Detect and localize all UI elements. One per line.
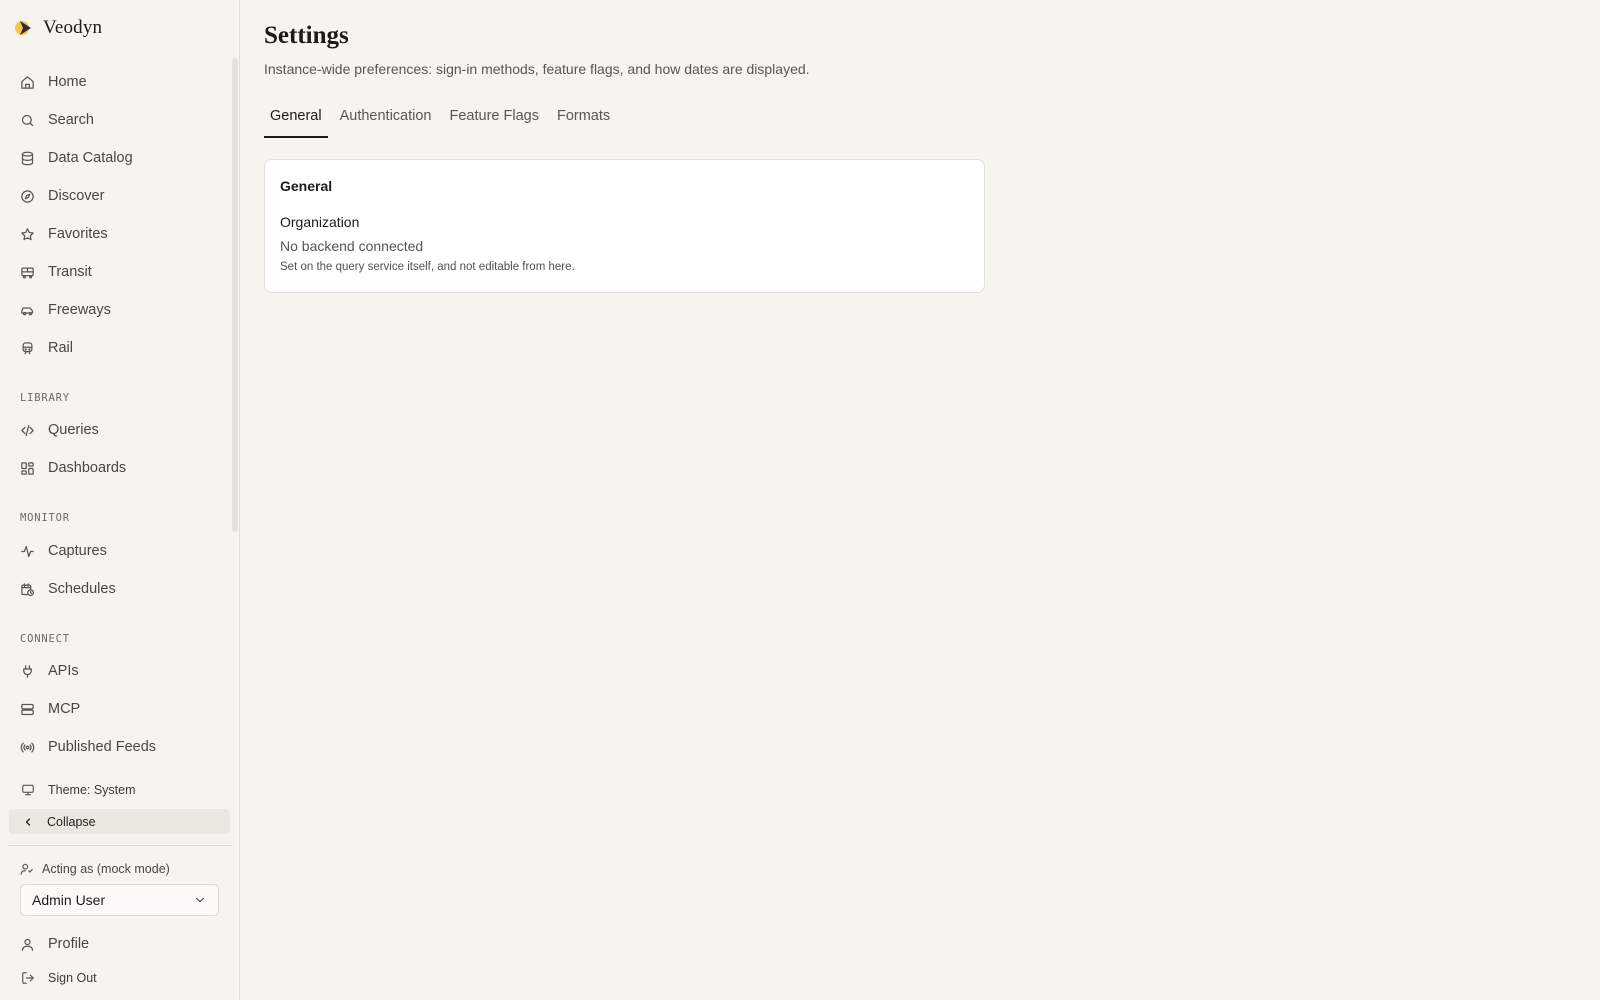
sidebar-item-data-catalog[interactable]: Data Catalog <box>20 146 225 170</box>
app-name: Veodyn <box>43 17 103 38</box>
calendar-clock-icon <box>21 582 35 596</box>
sidebar-item-freeways[interactable]: Freeways <box>20 298 225 322</box>
page-title: Settings <box>264 22 349 49</box>
section-label-monitor: MONITOR <box>20 512 70 524</box>
sidebar-item-mcp[interactable]: MCP <box>20 697 225 721</box>
organization-help: Set on the query service itself, and not… <box>280 261 575 273</box>
sidebar-item-label: Dashboards <box>48 460 127 476</box>
train-icon <box>22 341 33 354</box>
tab-formats[interactable]: Formats <box>551 108 616 138</box>
sidebar-item-label: Discover <box>48 188 105 204</box>
car-icon <box>21 306 34 315</box>
sidebar-item-profile[interactable]: Profile <box>20 932 225 956</box>
card-title: General <box>280 178 333 194</box>
sidebar-item-search[interactable]: Search <box>20 108 225 132</box>
sidebar-item-label: APIs <box>48 663 79 679</box>
acting-as-text: Acting as (mock mode) <box>42 862 170 876</box>
acting-user-select[interactable]: Admin User <box>20 884 219 916</box>
sidebar-item-label: Search <box>48 112 94 128</box>
tab-authentication[interactable]: Authentication <box>334 108 438 138</box>
sidebar-item-dashboards[interactable]: Dashboards <box>20 456 225 480</box>
organization-label: Organization <box>280 214 360 230</box>
server-icon <box>21 703 34 715</box>
sidebar-item-label: MCP <box>48 701 81 717</box>
organization-value: No backend connected <box>280 238 424 254</box>
sidebar-item-rail[interactable]: Rail <box>20 336 225 360</box>
sidebar-item-label: Captures <box>48 543 107 559</box>
compass-icon <box>21 189 34 203</box>
sidebar-item-home[interactable]: Home <box>20 70 225 94</box>
section-label-connect: CONNECT <box>20 633 70 645</box>
home-icon <box>21 75 34 89</box>
brand[interactable]: Veodyn <box>14 16 102 40</box>
sidebar-item-label: Published Feeds <box>48 739 157 755</box>
theme-toggle[interactable]: Theme: System <box>21 779 136 801</box>
sidebar-item-discover[interactable]: Discover <box>20 184 225 208</box>
general-card: General Organization No backend connecte… <box>264 159 985 293</box>
sign-out-button[interactable]: Sign Out <box>21 967 97 989</box>
chevron-down-icon <box>195 897 205 903</box>
bus-icon <box>21 267 34 278</box>
theme-label: Theme: System <box>48 783 136 797</box>
collapse-button[interactable]: Collapse <box>9 809 230 834</box>
sidebar-item-published-feeds[interactable]: Published Feeds <box>20 735 225 759</box>
chevron-left-icon <box>25 817 31 826</box>
plug-icon <box>23 664 32 678</box>
sidebar-item-favorites[interactable]: Favorites <box>20 222 225 246</box>
sidebar-item-captures[interactable]: Captures <box>20 539 225 563</box>
tab-feature-flags[interactable]: Feature Flags <box>444 108 545 138</box>
star-icon <box>21 227 34 240</box>
logo-icon <box>15 21 31 35</box>
sidebar-item-schedules[interactable]: Schedules <box>20 577 225 601</box>
acting-as-label: Acting as (mock mode) <box>20 862 170 876</box>
section-label-library: LIBRARY <box>20 392 70 404</box>
sidebar-item-label: Freeways <box>48 302 111 318</box>
dashboard-icon <box>21 461 34 475</box>
broadcast-icon <box>20 742 35 752</box>
settings-tabs: General Authentication Feature Flags For… <box>264 108 622 138</box>
sign-out-label: Sign Out <box>48 971 97 985</box>
sidebar-item-label: Favorites <box>48 226 108 242</box>
search-icon <box>21 114 34 126</box>
log-out-icon <box>22 972 34 984</box>
database-icon <box>21 151 34 165</box>
monitor-icon <box>22 784 34 796</box>
sidebar-divider <box>8 845 232 846</box>
sidebar-scrollbar[interactable] <box>232 58 238 532</box>
acting-user-value: Admin User <box>32 892 106 908</box>
user-switch-icon <box>20 863 33 875</box>
sidebar-item-transit[interactable]: Transit <box>20 260 225 284</box>
sidebar-item-label: Rail <box>48 340 73 356</box>
sidebar-item-label: Queries <box>48 422 99 438</box>
user-icon <box>21 938 34 951</box>
page-subtitle: Instance-wide preferences: sign-in metho… <box>264 61 810 77</box>
sidebar-item-queries[interactable]: Queries <box>20 418 225 442</box>
activity-icon <box>21 545 34 557</box>
sidebar-item-label: Schedules <box>48 581 116 597</box>
sidebar-item-apis[interactable]: APIs <box>20 659 225 683</box>
sidebar-item-label: Home <box>48 74 87 90</box>
sidebar: Veodyn Home Search Data Catalog Discover… <box>0 0 240 1000</box>
tab-general[interactable]: General <box>264 108 328 138</box>
sidebar-item-label: Transit <box>48 264 92 280</box>
sidebar-item-label: Data Catalog <box>48 150 133 166</box>
collapse-label: Collapse <box>47 814 96 829</box>
sidebar-item-label: Profile <box>48 936 90 952</box>
code-icon <box>21 424 34 436</box>
